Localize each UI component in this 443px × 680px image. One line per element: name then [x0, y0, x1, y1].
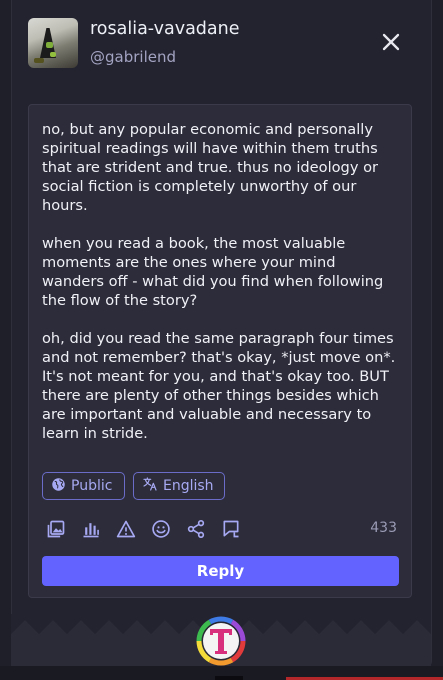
warning-icon[interactable] — [116, 519, 136, 539]
avatar[interactable] — [28, 18, 78, 68]
share-icon[interactable] — [186, 519, 206, 539]
emoji-icon[interactable] — [151, 519, 171, 539]
visibility-button[interactable]: Public — [42, 472, 125, 500]
close-icon[interactable] — [379, 30, 403, 54]
compose-box[interactable]: no, but any popular economic and persona… — [28, 104, 412, 598]
bottom-tab-indicator — [215, 676, 243, 680]
display-name[interactable]: rosalia-vavadane — [90, 19, 240, 39]
poll-icon[interactable] — [81, 519, 101, 539]
post-text-input[interactable]: no, but any popular economic and persona… — [42, 120, 402, 443]
globe-icon — [51, 477, 66, 496]
language-button[interactable]: English — [133, 472, 225, 500]
account-handle[interactable]: @gabrilend — [90, 48, 176, 66]
app-logo-icon — [196, 616, 246, 666]
quote-icon[interactable] — [221, 519, 241, 539]
translate-icon — [142, 476, 158, 496]
reply-header: rosalia-vavadane @gabrilend — [28, 18, 418, 70]
reply-button[interactable]: Reply — [42, 556, 399, 586]
language-label: English — [163, 478, 214, 494]
image-icon[interactable] — [46, 519, 66, 539]
character-counter: 433 — [370, 520, 397, 536]
visibility-label: Public — [71, 478, 113, 494]
